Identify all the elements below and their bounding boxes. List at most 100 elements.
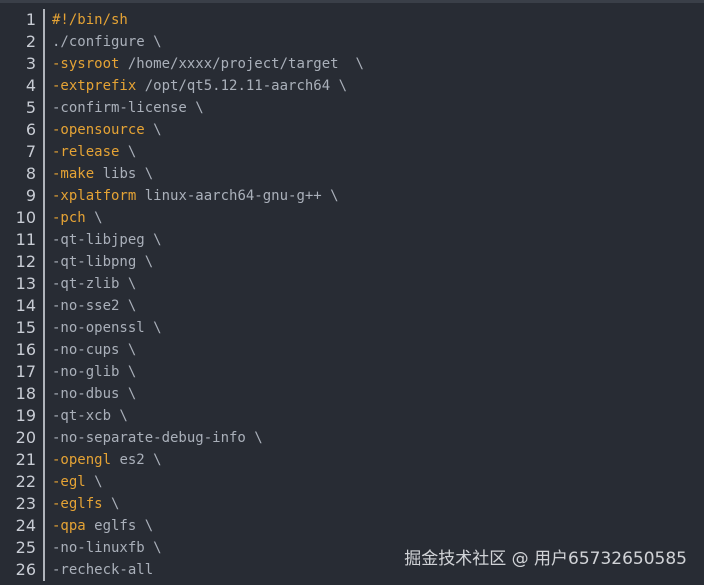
plain-token: -qt-xcb \ <box>52 408 128 424</box>
gutter-divider <box>43 75 45 97</box>
gutter-divider <box>43 515 45 537</box>
line-number: 9 <box>25 186 36 205</box>
code-text: -no-openssl \ <box>45 317 162 339</box>
line-number: 19 <box>15 406 36 425</box>
keyword-token: -qpa <box>52 518 86 534</box>
code-text: -recheck-all <box>45 559 153 581</box>
gutter-divider <box>43 339 45 361</box>
plain-token: \ <box>119 144 137 160</box>
plain-token: -no-linuxfb \ <box>52 540 162 556</box>
code-line: 17 -no-glib \ <box>0 361 704 383</box>
code-text: -confirm-license \ <box>45 97 204 119</box>
gutter-divider <box>43 53 45 75</box>
code-text: -opensource \ <box>45 119 162 141</box>
code-text: -no-linuxfb \ <box>45 537 162 559</box>
gutter-divider <box>43 295 45 317</box>
gutter-divider <box>43 383 45 405</box>
keyword-token: -release <box>52 144 120 160</box>
line-number: 6 <box>25 120 36 139</box>
plain-token: /opt/qt5.12.11-aarch64 \ <box>136 78 348 94</box>
plain-token: -qt-zlib \ <box>52 276 137 292</box>
line-number: 11 <box>15 230 36 249</box>
code-line: 21 -opengl es2 \ <box>0 449 704 471</box>
code-text: -extprefix /opt/qt5.12.11-aarch64 \ <box>45 75 347 97</box>
plain-token: eglfs \ <box>85 518 154 534</box>
plain-token: -no-separate-debug-info \ <box>52 430 263 446</box>
code-text: -release \ <box>45 141 136 163</box>
keyword-token: -opensource <box>52 122 145 138</box>
plain-token: \ <box>102 496 120 512</box>
code-line: 12 -qt-libpng \ <box>0 251 704 273</box>
plain-token: -no-openssl \ <box>52 320 162 336</box>
plain-token: -recheck-all <box>52 562 154 578</box>
gutter-divider <box>43 493 45 515</box>
gutter-divider <box>43 97 45 119</box>
code-text: ./configure \ <box>45 31 162 53</box>
line-number: 26 <box>15 560 36 579</box>
plain-token: -qt-libjpeg \ <box>52 232 162 248</box>
gutter-divider <box>43 405 45 427</box>
plain-token: linux-aarch64-gnu-g++ \ <box>136 188 339 204</box>
line-number: 22 <box>15 472 36 491</box>
watermark: 掘金技术社区 @ 用户65732650585 <box>404 549 687 569</box>
line-number: 24 <box>15 516 36 535</box>
gutter-divider <box>43 449 45 471</box>
code-line: 8 -make libs \ <box>0 163 704 185</box>
code-line: 18 -no-dbus \ <box>0 383 704 405</box>
code-line: 3 -sysroot /home/xxxx/project/target \ <box>0 53 704 75</box>
plain-token: -no-glib \ <box>52 364 137 380</box>
gutter-divider <box>43 119 45 141</box>
code-line: 14 -no-sse2 \ <box>0 295 704 317</box>
line-number: 8 <box>25 164 36 183</box>
line-number: 3 <box>25 54 36 73</box>
code-line: 23 -eglfs \ <box>0 493 704 515</box>
code-text: #!/bin/sh <box>45 9 128 31</box>
line-number: 25 <box>15 538 36 557</box>
code-line: 13 -qt-zlib \ <box>0 273 704 295</box>
keyword-token: -pch <box>52 210 86 226</box>
gutter-divider <box>43 317 45 339</box>
code-line: 5 -confirm-license \ <box>0 97 704 119</box>
gutter-divider <box>43 427 45 449</box>
code-line: 1 #!/bin/sh <box>0 9 704 31</box>
plain-token: \ <box>144 122 162 138</box>
keyword-token: -make <box>52 166 95 182</box>
code-line: 7 -release \ <box>0 141 704 163</box>
gutter-divider <box>43 31 45 53</box>
code-line: 19 -qt-xcb \ <box>0 405 704 427</box>
code-line: 6 -opensource \ <box>0 119 704 141</box>
line-number: 5 <box>25 98 36 117</box>
code-text: -qt-libpng \ <box>45 251 153 273</box>
plain-token: \ <box>85 474 103 490</box>
line-number: 2 <box>25 32 36 51</box>
gutter-divider <box>43 273 45 295</box>
plain-token: libs \ <box>94 166 154 182</box>
code-editor[interactable]: 1 #!/bin/sh 2 ./configure \ 3 -sysroot /home/… <box>0 9 704 581</box>
plain-token: -no-cups \ <box>52 342 137 358</box>
code-line: 24 -qpa eglfs \ <box>0 515 704 537</box>
code-text: -qt-zlib \ <box>45 273 136 295</box>
plain-token: \ <box>85 210 103 226</box>
code-line: 2 ./configure \ <box>0 31 704 53</box>
gutter-divider <box>43 229 45 251</box>
code-text: -no-glib \ <box>45 361 136 383</box>
gutter-divider <box>43 559 45 581</box>
line-number: 14 <box>15 296 36 315</box>
code-line: 4 -extprefix /opt/qt5.12.11-aarch64 \ <box>0 75 704 97</box>
keyword-token: -egl <box>52 474 86 490</box>
gutter-divider <box>43 141 45 163</box>
keyword-token: -sysroot <box>52 56 120 72</box>
line-number: 17 <box>15 362 36 381</box>
code-line: 10 -pch \ <box>0 207 704 229</box>
plain-token: -no-sse2 \ <box>52 298 137 314</box>
plain-token: ./configure \ <box>52 34 162 50</box>
gutter-divider <box>43 471 45 493</box>
plain-token: -confirm-license \ <box>52 100 204 116</box>
keyword-token: -opengl <box>52 452 112 468</box>
code-text: -no-dbus \ <box>45 383 136 405</box>
keyword-token: -xplatform <box>52 188 137 204</box>
code-text: -sysroot /home/xxxx/project/target \ <box>45 53 364 75</box>
plain-token: -qt-libpng \ <box>52 254 154 270</box>
gutter-divider <box>43 185 45 207</box>
line-number: 20 <box>15 428 36 447</box>
